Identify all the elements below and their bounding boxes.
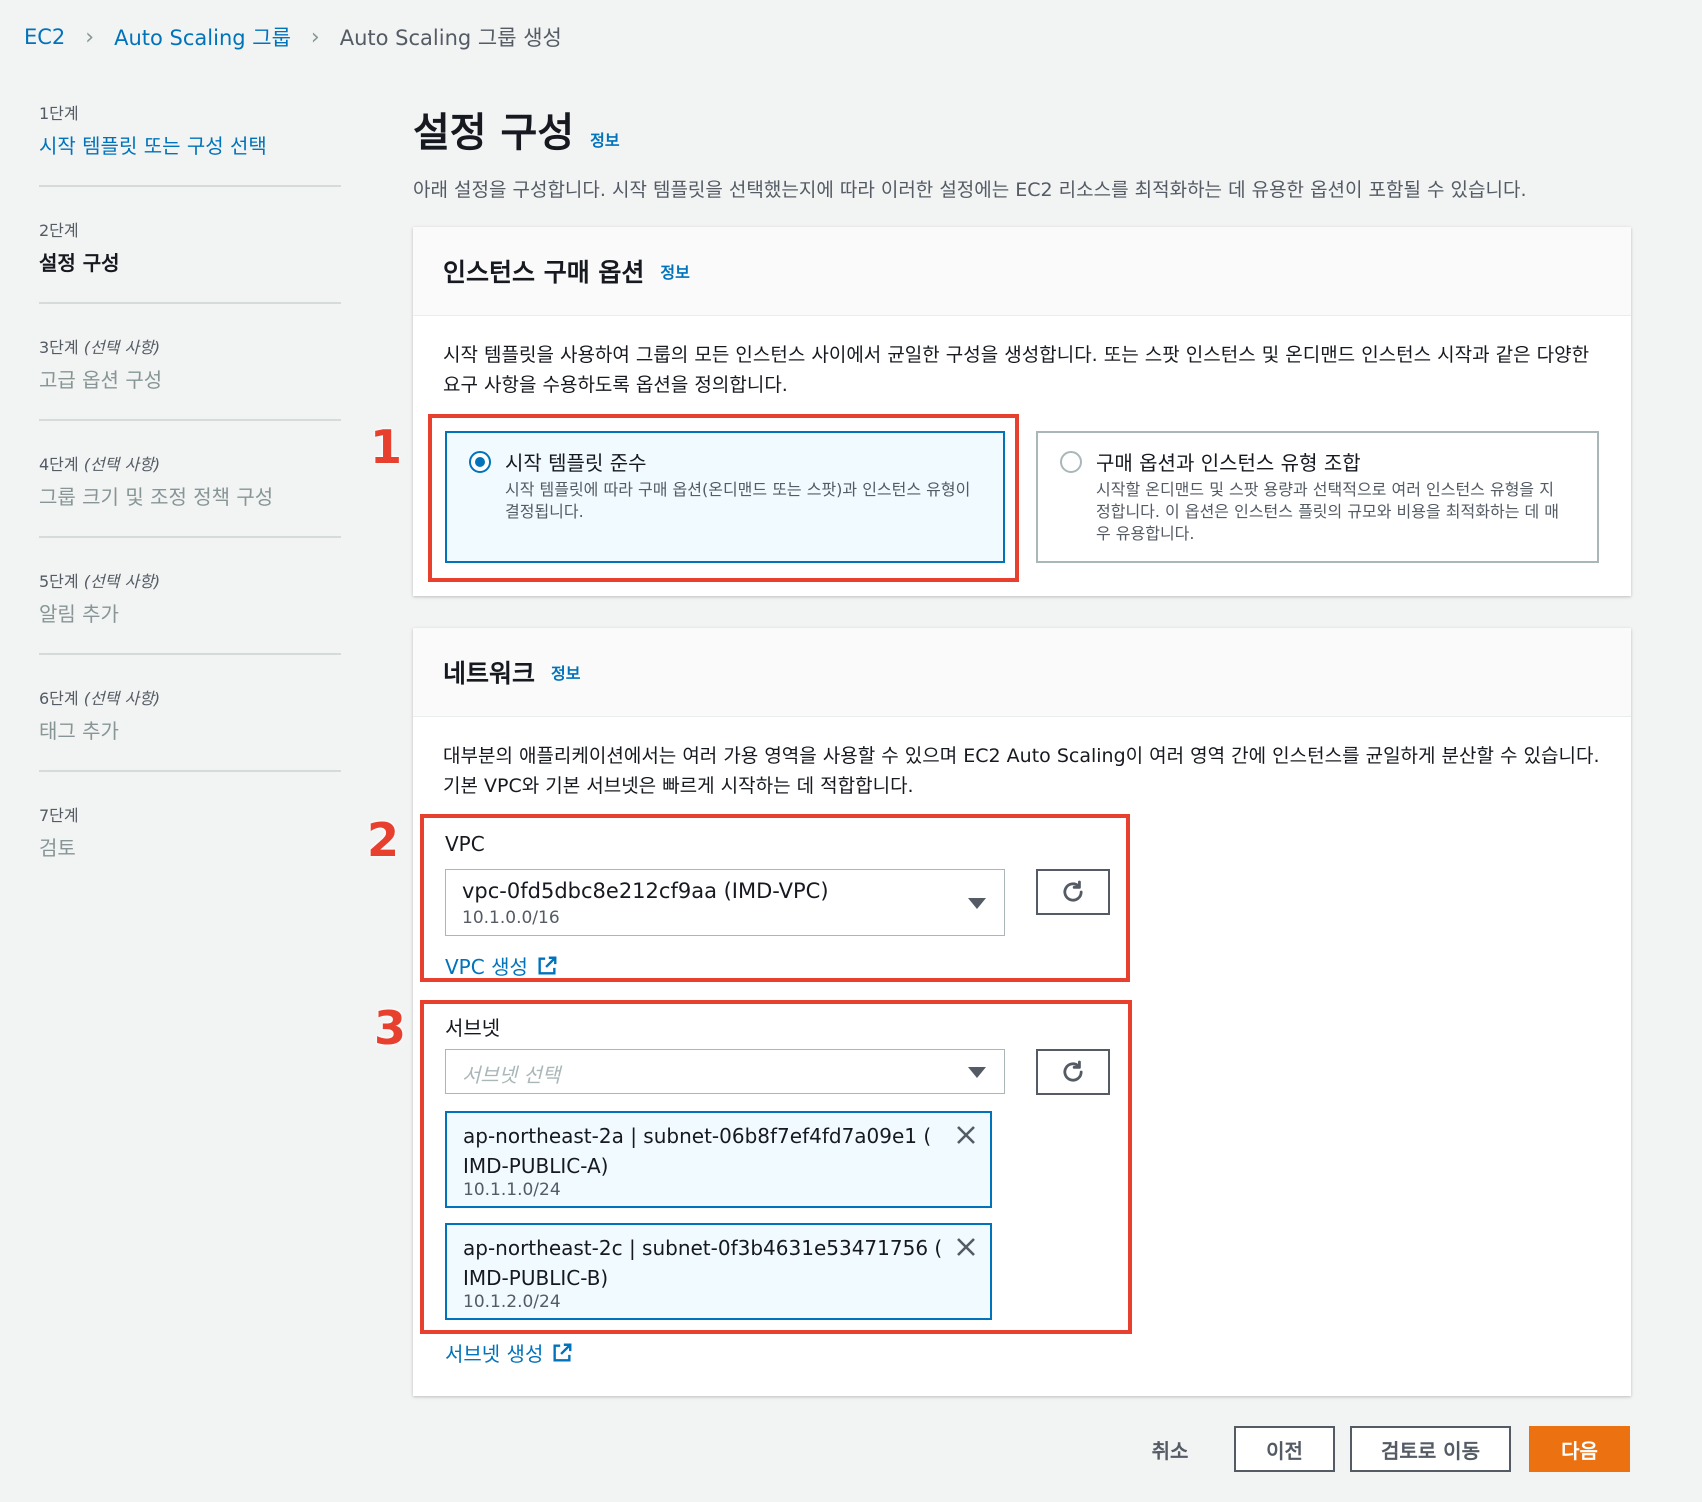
step-6-title: 태그 추가 <box>39 719 119 743</box>
step-3: 3단계 (선택 사항) 고급 옵션 구성 <box>39 334 341 421</box>
step-number: 5단계 (선택 사항) <box>39 572 161 591</box>
step-number: 1단계 <box>39 104 79 123</box>
page-title: 설정 구성 정보 <box>413 100 620 158</box>
step-number: 2단계 <box>39 221 79 240</box>
go-to-review-button[interactable]: 검토로 이동 <box>1350 1426 1511 1472</box>
create-subnet-link[interactable]: 서브넷 생성 <box>445 1338 573 1367</box>
step-6: 6단계 (선택 사항) 태그 추가 <box>39 685 341 772</box>
chevron-right-icon: › <box>85 24 95 50</box>
step-5: 5단계 (선택 사항) 알림 추가 <box>39 568 341 655</box>
breadcrumb: EC2 › Auto Scaling 그룹 › Auto Scaling 그룹 … <box>24 22 562 52</box>
annotation-box-3 <box>420 1000 1132 1334</box>
annotation-number-1: 1 <box>370 420 403 474</box>
purchase-options-description: 시작 템플릿을 사용하여 그룹의 모든 인스턴스 사이에서 균일한 구성을 생성… <box>443 344 1590 396</box>
step-number: 7단계 <box>39 806 79 825</box>
network-description: 대부분의 애플리케이션에서는 여러 가용 영역을 사용할 수 있으며 EC2 A… <box>443 745 1600 797</box>
wizard-steps: 1단계 시작 템플릿 또는 구성 선택 2단계 설정 구성 3단계 (선택 사항… <box>39 100 341 917</box>
chevron-right-icon: › <box>310 24 320 50</box>
external-link-icon <box>553 1343 572 1362</box>
breadcrumb-asg-link[interactable]: Auto Scaling 그룹 <box>114 22 291 52</box>
option-combine-purchase[interactable]: 구매 옵션과 인스턴스 유형 조합 시작할 온디맨드 및 스팟 용량과 선택적으… <box>1036 431 1599 563</box>
step-2-title: 설정 구성 <box>39 251 120 275</box>
panel-header: 인스턴스 구매 옵션 정보 <box>413 227 1631 316</box>
breadcrumb-current: Auto Scaling 그룹 생성 <box>339 26 562 50</box>
step-number: 6단계 (선택 사항) <box>39 689 161 708</box>
annotation-number-2: 2 <box>367 813 400 867</box>
step-number: 3단계 (선택 사항) <box>39 338 161 357</box>
step-2: 2단계 설정 구성 <box>39 217 341 304</box>
purchase-options-title: 인스턴스 구매 옵션 <box>443 258 645 287</box>
step-4-title: 그룹 크기 및 조정 정책 구성 <box>39 485 274 509</box>
cancel-button[interactable]: 취소 <box>1130 1426 1210 1472</box>
network-title: 네트워크 <box>443 659 536 688</box>
purchase-info-link[interactable]: 정보 <box>660 259 689 283</box>
annotation-box-1 <box>428 414 1019 582</box>
option-description: 시작할 온디맨드 및 스팟 용량과 선택적으로 여러 인스턴스 유형을 지정합니… <box>1096 480 1560 543</box>
option-title: 구매 옵션과 인스턴스 유형 조합 <box>1096 451 1361 475</box>
radio-unselected-icon[interactable] <box>1060 451 1082 473</box>
page-info-link[interactable]: 정보 <box>590 127 619 151</box>
step-3-title: 고급 옵션 구성 <box>39 368 163 392</box>
step-1: 1단계 시작 템플릿 또는 구성 선택 <box>39 100 341 187</box>
panel-header: 네트워크 정보 <box>413 628 1631 717</box>
annotation-box-2 <box>420 814 1130 982</box>
step-5-title: 알림 추가 <box>39 602 119 626</box>
page-description: 아래 설정을 구성합니다. 시작 템플릿을 선택했는지에 따라 이러한 설정에는… <box>413 179 1527 201</box>
step-4: 4단계 (선택 사항) 그룹 크기 및 조정 정책 구성 <box>39 451 341 538</box>
next-button[interactable]: 다음 <box>1529 1426 1630 1472</box>
network-info-link[interactable]: 정보 <box>551 660 580 684</box>
step-1-link[interactable]: 시작 템플릿 또는 구성 선택 <box>39 130 341 159</box>
step-7-title: 검토 <box>39 836 76 860</box>
previous-button[interactable]: 이전 <box>1234 1426 1335 1472</box>
step-7: 7단계 검토 <box>39 802 341 887</box>
create-subnet-label: 서브넷 생성 <box>445 1342 544 1366</box>
breadcrumb-ec2-link[interactable]: EC2 <box>24 25 65 49</box>
page-title-text: 설정 구성 <box>413 110 575 156</box>
annotation-number-3: 3 <box>374 1001 407 1055</box>
step-number: 4단계 (선택 사항) <box>39 455 161 474</box>
